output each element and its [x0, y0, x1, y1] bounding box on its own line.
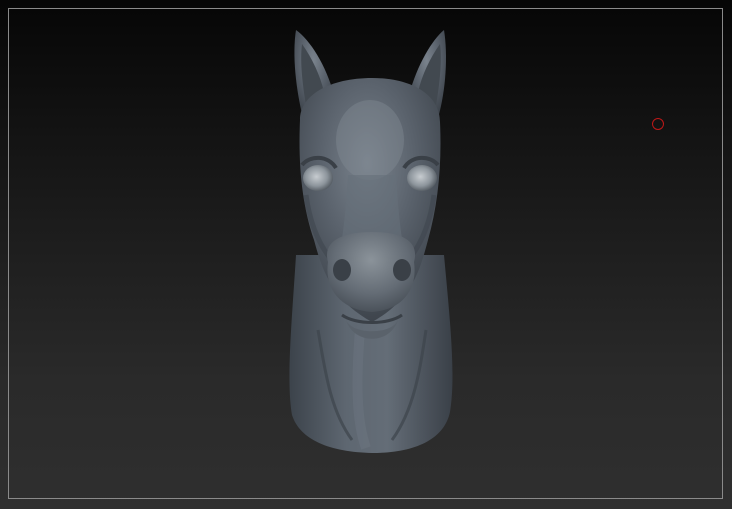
- right-eye: [407, 165, 437, 191]
- right-nostril: [393, 259, 411, 281]
- forehead-highlight: [336, 100, 404, 180]
- brush-cursor-icon: [652, 118, 664, 130]
- left-nostril: [333, 259, 351, 281]
- horse-head-model[interactable]: [0, 0, 732, 509]
- sculpt-viewport[interactable]: [0, 0, 732, 509]
- left-eye: [303, 165, 333, 191]
